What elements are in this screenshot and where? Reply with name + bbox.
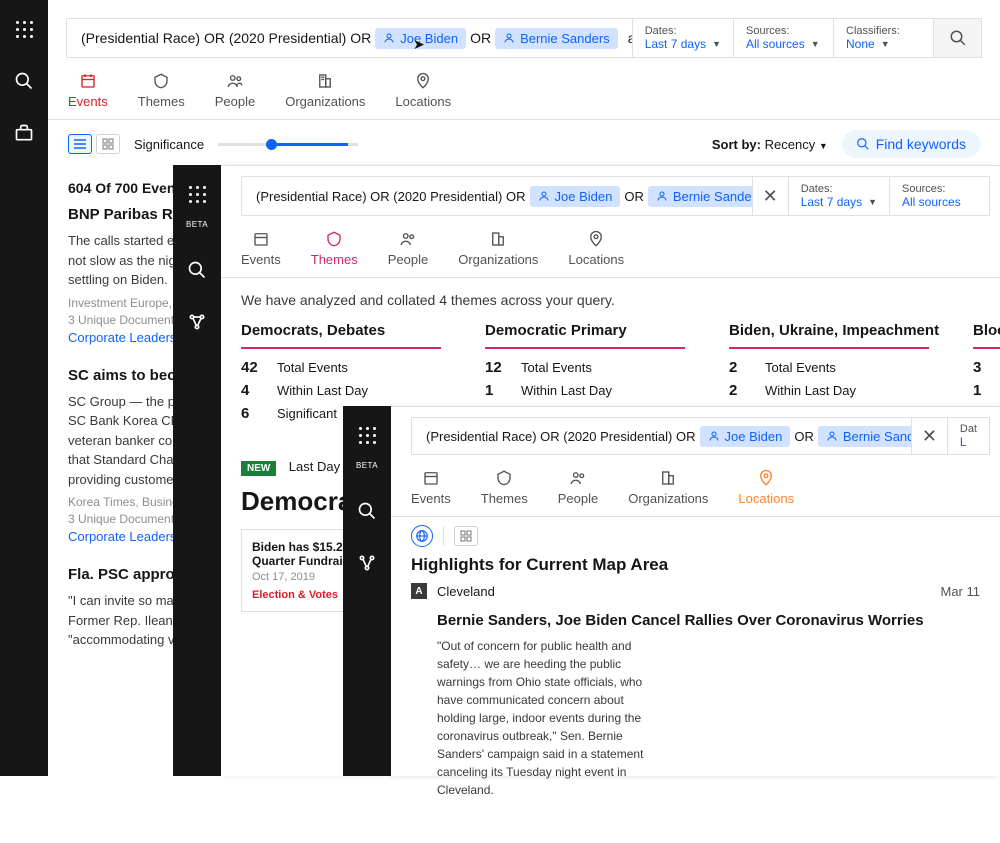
category-tabs: Events Themes People Organizations Locat… — [391, 455, 1000, 517]
entity-pill-sanders[interactable]: Bernie Sanders — [648, 186, 752, 207]
beta-badge: BETA — [356, 461, 378, 470]
dates-filter[interactable]: Dat L — [947, 418, 989, 454]
classifiers-filter[interactable]: Classifiers: None▼ — [833, 19, 933, 57]
dates-filter[interactable]: Dates: Last 7 days▼ — [632, 19, 733, 57]
chevron-down-icon: ▼ — [712, 39, 721, 49]
chevron-down-icon: ▼ — [868, 197, 877, 207]
highlight-title: Bernie Sanders, Joe Biden Cancel Rallies… — [391, 607, 1000, 637]
briefcase-icon[interactable] — [13, 122, 35, 144]
menu-dots-icon[interactable] — [13, 18, 35, 40]
search-icon[interactable] — [356, 500, 378, 522]
chevron-down-icon: ▼ — [819, 141, 828, 151]
right-side-rail: BETA — [343, 406, 391, 776]
sort-by[interactable]: Sort by: Recency ▼ — [712, 137, 828, 152]
tab-events[interactable]: Events — [68, 72, 108, 109]
dates-filter[interactable]: Dates: Last 7 days▼ — [788, 177, 889, 215]
category-tabs: Events Themes People Organizations Locat… — [48, 58, 1000, 120]
tab-themes[interactable]: Themes — [138, 72, 185, 109]
new-badge: NEW — [241, 461, 276, 476]
significance-slider[interactable] — [218, 143, 358, 146]
search-bar: (Presidential Race) OR (2020 Presidentia… — [411, 417, 990, 455]
highlight-body: "Out of concern for public health and sa… — [391, 637, 671, 799]
search-bar: (Presidential Race) OR (2020 Presidentia… — [66, 18, 982, 58]
locations-panel: (Presidential Race) OR (2020 Presidentia… — [391, 406, 1000, 776]
grid-view-button[interactable] — [96, 134, 120, 154]
search-bar: (Presidential Race) OR (2020 Presidentia… — [241, 176, 990, 216]
tab-organizations[interactable]: Organizations — [458, 230, 538, 267]
menu-dots-icon[interactable] — [186, 183, 208, 205]
tab-events[interactable]: Events — [411, 469, 451, 506]
category-tabs: Events Themes People Organizations Locat… — [221, 216, 1000, 278]
marker-letter: A — [411, 583, 427, 599]
search-query[interactable]: (Presidential Race) OR (2020 Presidentia… — [67, 19, 632, 57]
close-icon[interactable]: ✕ — [752, 177, 788, 215]
tab-people[interactable]: People — [388, 230, 428, 267]
query-text: (Presidential Race) OR (2020 Presidentia… — [81, 30, 371, 46]
main-side-rail — [0, 0, 48, 776]
graph-icon[interactable] — [186, 311, 208, 333]
entity-pill-sanders[interactable]: Bernie Sanders — [495, 28, 618, 49]
entity-pill-biden[interactable]: Joe Biden — [700, 426, 791, 447]
tab-organizations[interactable]: Organizations — [285, 72, 365, 109]
entity-pill-biden[interactable]: Joe Biden — [530, 186, 621, 207]
beta-badge: BETA — [186, 220, 208, 229]
search-query[interactable]: (Presidential Race) OR (2020 Presidentia… — [412, 418, 911, 454]
location-name: Cleveland — [437, 584, 931, 599]
tab-events[interactable]: Events — [241, 230, 281, 267]
tab-locations[interactable]: Locations — [738, 469, 794, 506]
tab-locations[interactable]: Locations — [568, 230, 624, 267]
tab-themes[interactable]: Themes — [311, 230, 358, 267]
significance-label: Significance — [134, 137, 204, 152]
theme-name: Democrats, Debates — [241, 322, 441, 349]
tab-people[interactable]: People — [558, 469, 598, 506]
results-toolbar: Significance Sort by: Recency ▼ Find key… — [48, 120, 1000, 168]
event-date: Mar 11 — [941, 584, 981, 599]
chevron-down-icon: ▼ — [881, 39, 890, 49]
search-button[interactable] — [933, 19, 981, 57]
grid-view-button[interactable] — [454, 526, 478, 546]
graph-icon[interactable] — [356, 552, 378, 574]
view-toggle — [68, 134, 120, 154]
tab-people[interactable]: People — [215, 72, 255, 109]
sources-filter[interactable]: Sources: All sources — [889, 177, 989, 215]
highlight-entry[interactable]: A Cleveland Mar 11 — [391, 583, 1000, 607]
chevron-down-icon: ▼ — [811, 39, 820, 49]
mid-side-rail: BETA — [173, 165, 221, 776]
map-toolbar — [391, 517, 1000, 555]
search-query[interactable]: (Presidential Race) OR (2020 Presidentia… — [242, 177, 752, 215]
list-view-button[interactable] — [68, 134, 92, 154]
search-icon[interactable] — [186, 259, 208, 281]
entity-pill-sanders[interactable]: Bernie Sanders — [818, 426, 911, 447]
highlights-header: Highlights for Current Map Area — [391, 555, 1000, 583]
find-keywords-button[interactable]: Find keywords — [842, 130, 980, 158]
analysis-summary: We have analyzed and collated 4 themes a… — [221, 278, 1000, 322]
tab-organizations[interactable]: Organizations — [628, 469, 708, 506]
close-icon[interactable]: ✕ — [911, 418, 947, 454]
cursor-icon: ➤ — [413, 36, 425, 53]
tab-themes[interactable]: Themes — [481, 469, 528, 506]
menu-dots-icon[interactable] — [356, 424, 378, 446]
search-icon[interactable] — [13, 70, 35, 92]
sources-filter[interactable]: Sources: All sources▼ — [733, 19, 833, 57]
globe-view-button[interactable] — [411, 525, 433, 547]
query-or: OR — [470, 30, 491, 46]
tab-locations[interactable]: Locations — [395, 72, 451, 109]
